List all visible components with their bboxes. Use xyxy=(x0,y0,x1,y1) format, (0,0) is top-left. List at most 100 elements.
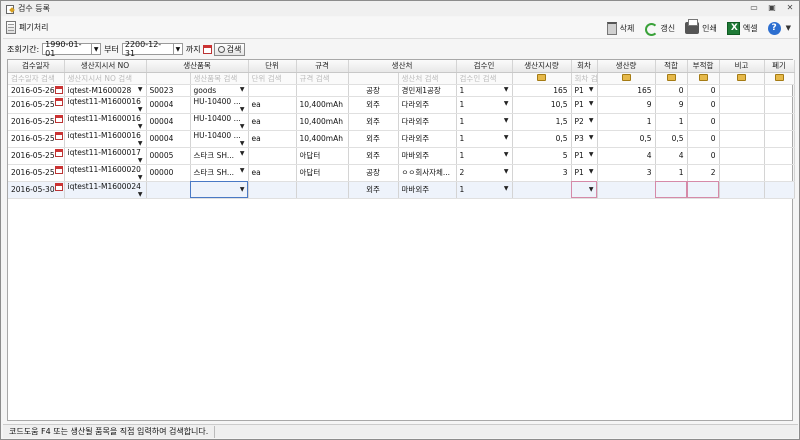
cell-ok[interactable]: 1 xyxy=(655,113,688,131)
cell-prod-qty[interactable]: 9 xyxy=(597,96,656,114)
cell-note[interactable] xyxy=(719,84,765,97)
cell-order[interactable]: iqtest11-M1600020 ▼ xyxy=(64,164,147,182)
col-header-prod-qty[interactable]: 생산량 xyxy=(597,60,656,73)
cell-place[interactable]: 다라외주 xyxy=(398,130,457,148)
chevron-down-icon[interactable]: ▼ xyxy=(240,186,245,193)
filter-cell-round[interactable]: 회차 검색 xyxy=(571,72,598,85)
col-header-ng[interactable]: 부적합 xyxy=(687,60,720,73)
cell-order-qty[interactable] xyxy=(512,181,572,199)
cell-order[interactable]: iqtest11-M1600016 ▼ xyxy=(64,113,147,131)
cell-order-qty[interactable]: 1,5 xyxy=(512,113,572,131)
chevron-down-icon[interactable]: ▼ xyxy=(589,151,594,158)
cell-note[interactable] xyxy=(719,96,765,114)
cell-order[interactable]: iqtest11-M1600016 ▼ xyxy=(64,130,147,148)
cell-spec[interactable]: 아답터 xyxy=(296,164,349,182)
cell-prod-qty[interactable]: 165 xyxy=(597,84,656,97)
cell-unit[interactable]: ea xyxy=(248,96,297,114)
cell-date[interactable]: 2016-05-25 xyxy=(8,130,65,148)
chevron-down-icon[interactable]: ▼ xyxy=(138,140,143,147)
cell-note[interactable] xyxy=(719,147,765,165)
cell-inspector[interactable]: 1 ▼ xyxy=(456,147,513,165)
chevron-down-icon[interactable]: ▼ xyxy=(504,86,509,93)
filter-cell-order[interactable]: 생산지시서 NO 검색 xyxy=(64,72,147,85)
cell-disposal[interactable] xyxy=(764,130,795,148)
to-date-input[interactable]: 2200-12-31 xyxy=(121,40,174,58)
cell-place-type[interactable]: 공장 xyxy=(348,164,399,182)
calendar-icon[interactable] xyxy=(54,182,63,191)
filter-cell-ng[interactable] xyxy=(687,72,720,85)
cell-place[interactable]: 마바외주 xyxy=(398,181,457,199)
cell-item[interactable]: ▼ xyxy=(190,181,249,199)
cell-round[interactable]: P2 ▼ xyxy=(571,113,598,131)
col-header-order[interactable]: 생산지시서 NO xyxy=(64,60,147,73)
close-icon[interactable]: ✕ xyxy=(785,3,795,13)
cell-note[interactable] xyxy=(719,113,765,131)
cell-note[interactable] xyxy=(719,164,765,182)
cell-ok[interactable]: 9 xyxy=(655,96,688,114)
table-row[interactable]: 2016-05-25 iqtest11-M1600016 ▼ 00004 HU-1040… xyxy=(8,113,795,131)
cell-unit[interactable] xyxy=(248,181,297,199)
cell-order[interactable]: iqtest11-M1600017 ▼ xyxy=(64,147,147,165)
cell-disposal[interactable] xyxy=(764,113,795,131)
filter-cell-code[interactable] xyxy=(146,72,191,85)
chevron-down-icon[interactable]: ▼ xyxy=(504,117,509,124)
chevron-down-icon[interactable]: ▼ xyxy=(138,106,143,113)
cell-prod-qty[interactable]: 0,5 xyxy=(597,130,656,148)
filter-cell-inspector[interactable]: 검수인 검색 xyxy=(456,72,513,85)
delete-button[interactable]: 삭제 xyxy=(604,18,638,38)
cell-place-type[interactable]: 외주 xyxy=(348,96,399,114)
cell-unit[interactable]: ea xyxy=(248,130,297,148)
cell-order[interactable]: iqtest-M1600028 ▼ xyxy=(64,84,147,97)
cell-ok[interactable]: 4 xyxy=(655,147,688,165)
chevron-down-icon[interactable]: ▼ xyxy=(138,191,143,198)
cell-order-qty[interactable]: 0,5 xyxy=(512,130,572,148)
cell-item[interactable]: HU-10400 ... ▼ xyxy=(190,130,249,148)
cell-unit[interactable]: ea xyxy=(248,164,297,182)
cell-code[interactable] xyxy=(146,181,191,199)
cell-disposal[interactable] xyxy=(764,96,795,114)
cell-note[interactable] xyxy=(719,130,765,148)
filter-cell-date[interactable]: 검수일자 검색 xyxy=(8,72,65,85)
cell-round[interactable]: P1 ▼ xyxy=(571,96,598,114)
cell-round[interactable]: P1 ▼ xyxy=(571,84,598,97)
col-header-place[interactable]: 생산처 xyxy=(348,60,457,73)
cell-item[interactable]: 스타크 SH... ▼ xyxy=(190,147,249,165)
minimize-icon[interactable]: ▭ xyxy=(749,3,759,13)
cell-code[interactable]: 00004 xyxy=(146,130,191,148)
cell-item[interactable]: HU-10400 ... ▼ xyxy=(190,113,249,131)
calendar-icon[interactable] xyxy=(54,85,63,94)
cell-place-type[interactable]: 외주 xyxy=(348,147,399,165)
cell-ok[interactable]: 0 xyxy=(655,84,688,97)
cell-place-type[interactable]: 외주 xyxy=(348,130,399,148)
col-header-spec[interactable]: 규격 xyxy=(296,60,349,73)
filter-cell-qty[interactable] xyxy=(512,72,572,85)
chevron-down-icon[interactable]: ▼ xyxy=(138,174,143,181)
from-date-input[interactable]: 1990-01-01 xyxy=(42,40,93,58)
col-header-unit[interactable]: 단위 xyxy=(248,60,297,73)
cell-ng[interactable]: 2 xyxy=(687,164,720,182)
cell-unit[interactable] xyxy=(248,147,297,165)
cell-order-qty[interactable]: 5 xyxy=(512,147,572,165)
chevron-down-icon[interactable]: ▼ xyxy=(138,157,143,164)
cell-date[interactable]: 2016-05-25 xyxy=(8,164,65,182)
cell-ng[interactable]: 0 xyxy=(687,84,720,97)
chevron-down-icon[interactable]: ▼ xyxy=(240,106,245,113)
cell-code[interactable]: S0023 xyxy=(146,84,191,97)
cell-prod-qty[interactable]: 3 xyxy=(597,164,656,182)
cell-place-type[interactable]: 외주 xyxy=(348,181,399,199)
chevron-down-icon[interactable]: ▼ xyxy=(240,140,245,147)
cell-place[interactable]: 다라외주 xyxy=(398,96,457,114)
col-header-disposal[interactable]: 폐기 xyxy=(764,60,795,73)
cell-code[interactable]: 00004 xyxy=(146,96,191,114)
filter-cell-item[interactable]: 생산품목 검색 xyxy=(190,72,249,85)
cell-inspector[interactable]: 2 ▼ xyxy=(456,164,513,182)
filter-cell-ok[interactable] xyxy=(655,72,688,85)
chevron-down-icon[interactable]: ▼ xyxy=(589,117,594,124)
cell-ok[interactable]: 0,5 xyxy=(655,130,688,148)
filter-cell-place[interactable]: 생산처 검색 xyxy=(398,72,457,85)
dispose-button[interactable]: 폐기처리 xyxy=(3,18,51,38)
search-button[interactable]: 검색 xyxy=(213,42,246,56)
cell-round[interactable]: ▼ xyxy=(571,181,598,199)
chevron-down-icon[interactable]: ▼ xyxy=(138,123,143,130)
cell-round[interactable]: P3 ▼ xyxy=(571,130,598,148)
